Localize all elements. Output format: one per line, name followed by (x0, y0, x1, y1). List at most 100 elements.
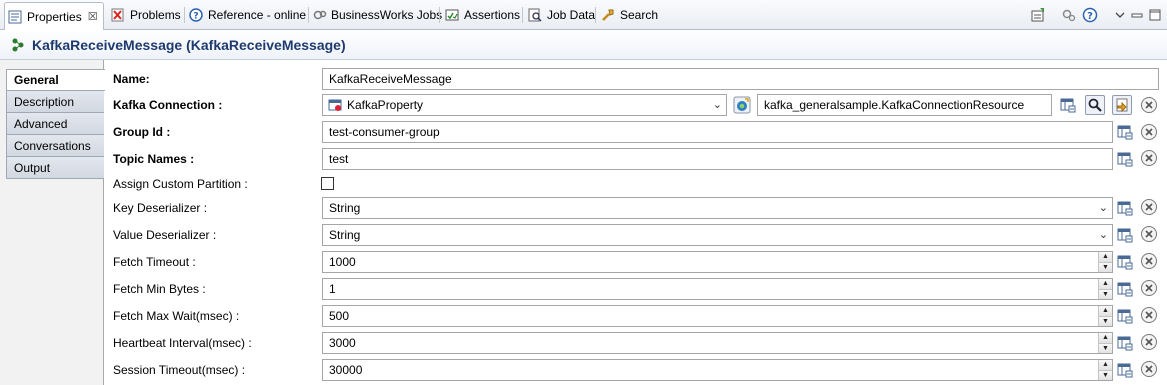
tab-label: Properties (27, 9, 82, 24)
tab-general[interactable]: General (6, 69, 105, 91)
settings-icon[interactable] (1060, 6, 1078, 24)
spinner-buttons[interactable]: ▲ ▼ (1098, 252, 1112, 272)
section-tabs: General Description Advanced Conversatio… (0, 60, 105, 385)
fetch-max-wait-value: 500 (329, 309, 350, 323)
decrement-icon[interactable]: ▼ (1099, 262, 1112, 272)
fetch-timeout-spinner[interactable]: 1000 ▲ ▼ (322, 251, 1113, 273)
create-resource-icon[interactable] (733, 96, 751, 114)
tab-label: Search (620, 8, 659, 22)
group-id-field[interactable]: test-consumer-group (322, 121, 1113, 143)
increment-icon[interactable]: ▲ (1099, 252, 1112, 263)
chevron-down-icon[interactable]: ⌄ (1099, 225, 1108, 245)
tab-problems[interactable]: Problems (108, 4, 185, 26)
resource-icon (328, 98, 342, 115)
tab-reference-online[interactable]: ? Reference - online (186, 4, 309, 26)
tab-label: Description (14, 94, 75, 109)
spinner-buttons[interactable]: ▲ ▼ (1098, 360, 1112, 380)
kafka-connection-label: Kafka Connection : (113, 98, 223, 112)
fetch-timeout-value: 1000 (329, 255, 356, 269)
binding-table-icon[interactable] (1116, 226, 1134, 244)
activity-header: KafkaReceiveMessage (KafkaReceiveMessage… (0, 30, 1167, 60)
chevron-down-icon[interactable]: ⌄ (1099, 198, 1108, 218)
tab-label: Problems (130, 8, 181, 22)
decrement-icon[interactable]: ▼ (1099, 316, 1112, 326)
spinner-buttons[interactable]: ▲ ▼ (1098, 306, 1112, 326)
clear-icon[interactable] (1140, 123, 1158, 141)
clear-icon[interactable] (1140, 279, 1158, 297)
tab-search[interactable]: Search (598, 4, 660, 26)
name-label: Name: (113, 72, 150, 86)
minimize-icon[interactable] (1128, 6, 1146, 24)
tab-advanced[interactable]: Advanced (6, 113, 104, 135)
clear-icon[interactable] (1140, 306, 1158, 324)
heartbeat-interval-spinner[interactable]: 3000 ▲ ▼ (322, 332, 1113, 354)
search-resource-icon[interactable] (1085, 95, 1105, 115)
clear-icon[interactable] (1140, 96, 1158, 114)
close-icon[interactable]: ☒ (88, 10, 98, 23)
binding-table-icon[interactable] (1116, 199, 1134, 217)
value-deserializer-select[interactable]: String ⌄ (322, 224, 1113, 246)
session-timeout-spinner[interactable]: 30000 ▲ ▼ (322, 359, 1113, 381)
edit-resource-icon[interactable] (1112, 95, 1132, 115)
binding-table-icon[interactable] (1116, 307, 1134, 325)
fetch-max-wait-spinner[interactable]: 500 ▲ ▼ (322, 305, 1113, 327)
kafka-resource-field[interactable]: kafka_generalsample.KafkaConnectionResou… (757, 94, 1052, 116)
assign-custom-partition-checkbox[interactable] (321, 177, 334, 190)
tab-job-data[interactable]: Job Data (525, 4, 596, 26)
key-deserializer-label: Key Deserializer : (113, 201, 208, 215)
tab-label: Output (14, 160, 51, 175)
session-timeout-value: 30000 (329, 363, 363, 377)
assign-custom-partition-label: Assign Custom Partition : (113, 177, 248, 191)
decrement-icon[interactable]: ▼ (1099, 370, 1112, 380)
value-deserializer-label: Value Deserializer : (113, 228, 217, 242)
view-menu-icon[interactable] (1111, 6, 1129, 24)
increment-icon[interactable]: ▲ (1099, 279, 1112, 290)
increment-icon[interactable]: ▲ (1099, 306, 1112, 317)
binding-table-icon[interactable] (1116, 253, 1134, 271)
maximize-icon[interactable] (1146, 6, 1164, 24)
activity-icon (10, 37, 26, 53)
increment-icon[interactable]: ▲ (1099, 333, 1112, 344)
tab-conversations[interactable]: Conversations (6, 135, 104, 157)
tab-properties[interactable]: Properties ☒ (4, 2, 104, 30)
tab-label: Reference - online (208, 8, 307, 22)
chevron-down-icon[interactable]: ⌄ (713, 95, 722, 115)
clear-icon[interactable] (1140, 149, 1158, 167)
binding-table-icon[interactable] (1116, 150, 1134, 168)
clear-icon[interactable] (1140, 333, 1158, 351)
pin-view-icon[interactable] (1029, 6, 1047, 24)
topic-names-field[interactable]: test (322, 148, 1113, 170)
spinner-buttons[interactable]: ▲ ▼ (1098, 279, 1112, 299)
fetch-min-bytes-spinner[interactable]: 1 ▲ ▼ (322, 278, 1113, 300)
binding-table-icon[interactable] (1116, 280, 1134, 298)
binding-table-icon[interactable] (1116, 123, 1134, 141)
binding-table-icon[interactable] (1116, 361, 1134, 379)
tab-output[interactable]: Output (6, 157, 104, 179)
tab-label: BusinessWorks Jobs (331, 8, 443, 22)
tab-assertions[interactable]: Assertions (442, 4, 523, 26)
decrement-icon[interactable]: ▼ (1099, 343, 1112, 353)
tab-label: Job Data (546, 8, 595, 22)
clear-icon[interactable] (1140, 225, 1158, 243)
clear-icon[interactable] (1140, 252, 1158, 270)
tab-label: General (14, 73, 59, 87)
jobs-icon (313, 7, 327, 23)
clear-icon[interactable] (1140, 198, 1158, 216)
fetch-min-bytes-label: Fetch Min Bytes : (113, 282, 206, 296)
fetch-max-wait-label: Fetch Max Wait(msec) : (113, 309, 240, 323)
tab-description[interactable]: Description (6, 91, 104, 113)
help-icon[interactable]: ? (1081, 6, 1099, 24)
clear-icon[interactable] (1140, 360, 1158, 378)
svg-text:?: ? (193, 12, 198, 22)
name-field[interactable]: KafkaReceiveMessage (322, 68, 1159, 90)
fetch-timeout-label: Fetch Timeout : (113, 255, 196, 269)
binding-table-icon[interactable] (1059, 96, 1077, 114)
help-icon: ? (188, 7, 204, 23)
increment-icon[interactable]: ▲ (1099, 360, 1112, 371)
key-deserializer-select[interactable]: String ⌄ (322, 197, 1113, 219)
decrement-icon[interactable]: ▼ (1099, 289, 1112, 299)
kafka-connection-select[interactable]: KafkaProperty ⌄ (322, 94, 727, 116)
binding-table-icon[interactable] (1116, 334, 1134, 352)
spinner-buttons[interactable]: ▲ ▼ (1098, 333, 1112, 353)
tab-businessworks-jobs[interactable]: BusinessWorks Jobs (311, 4, 443, 26)
